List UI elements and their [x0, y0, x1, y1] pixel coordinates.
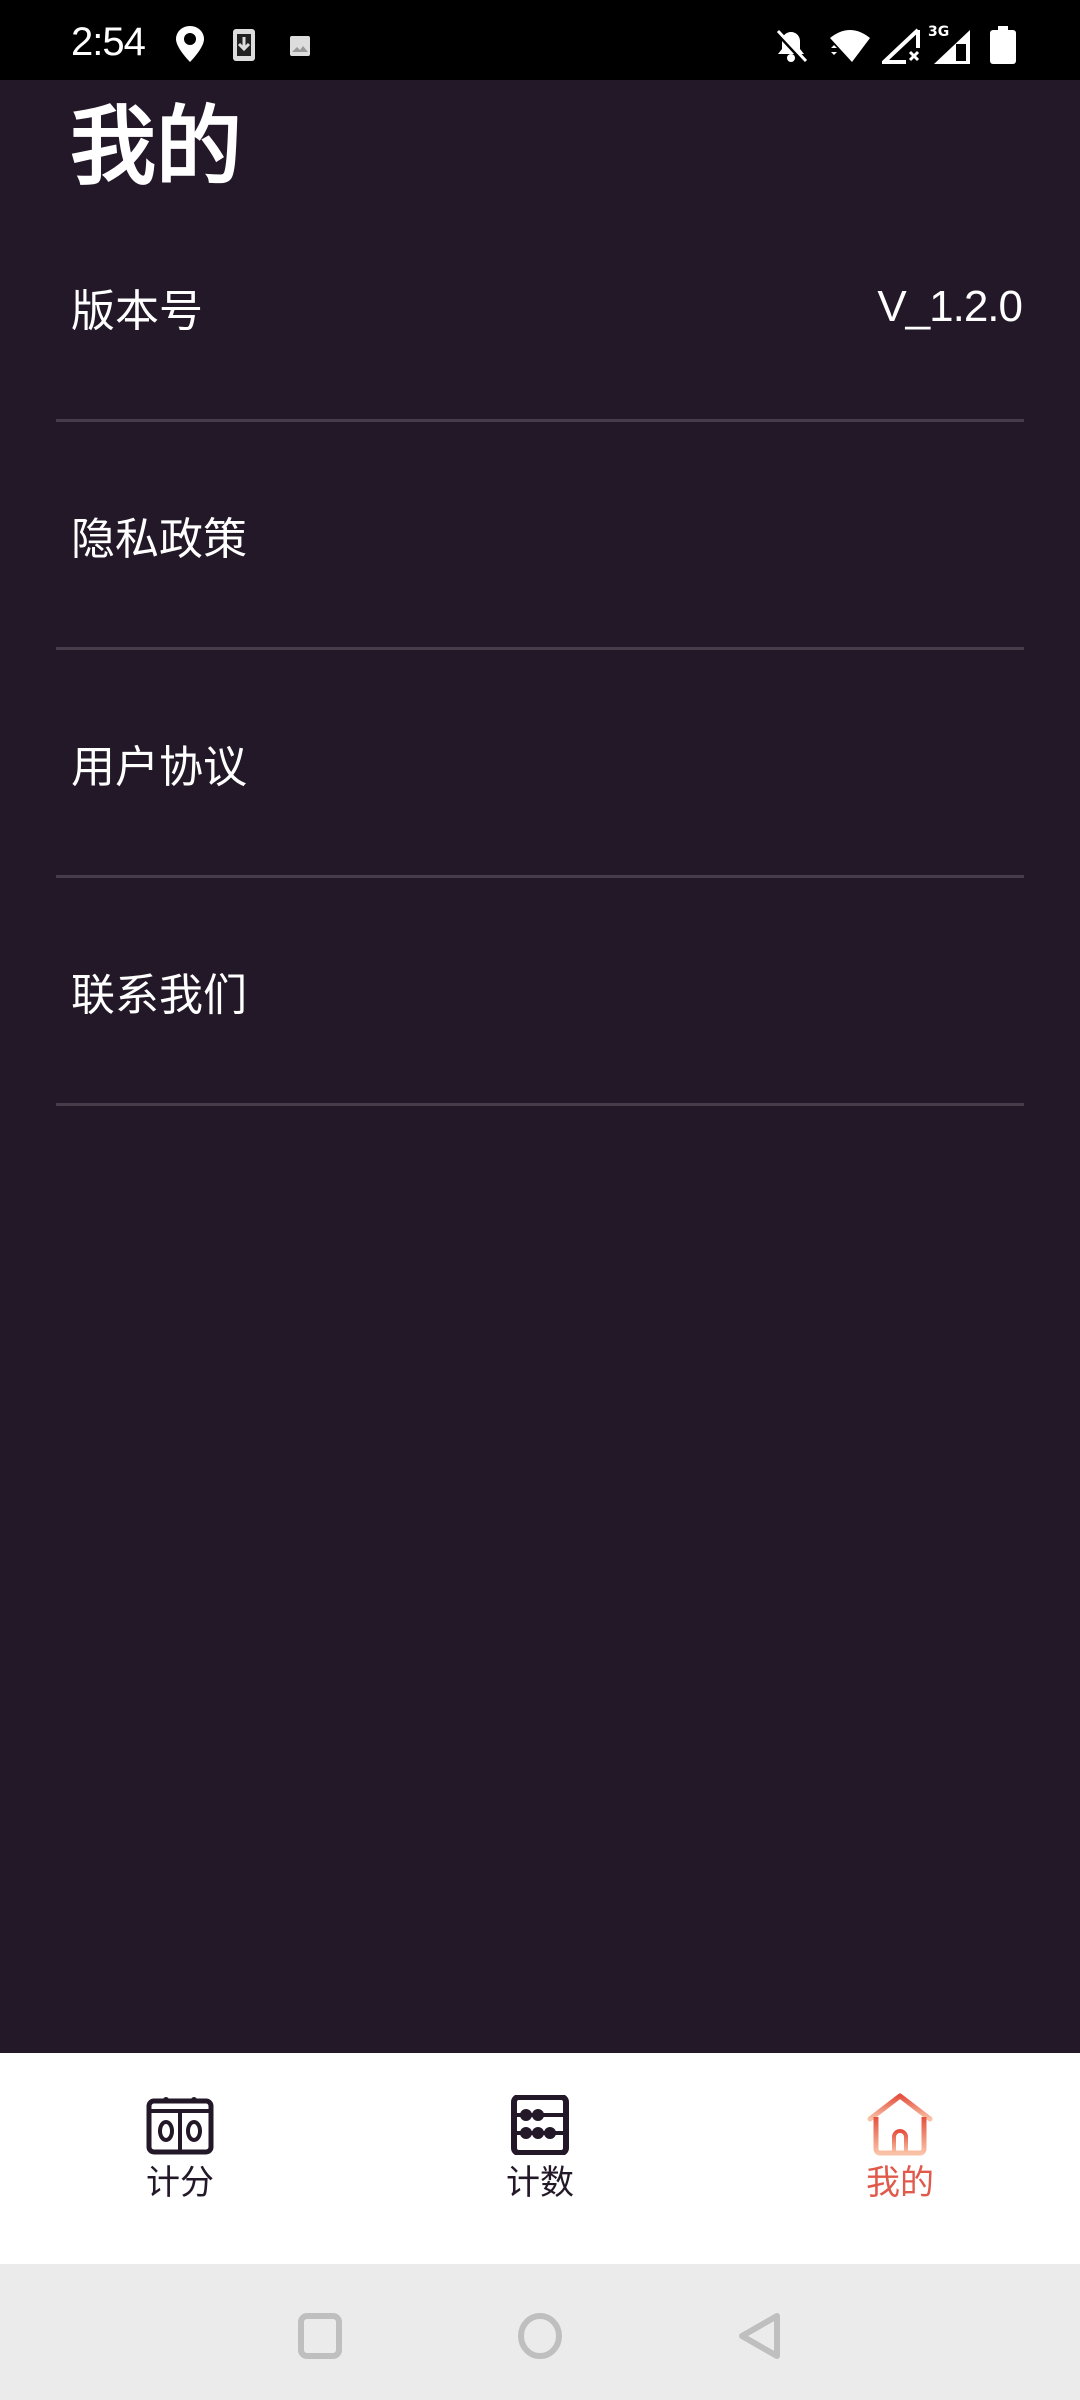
tab-count[interactable]: 计数 [360, 2053, 720, 2264]
battery-icon [990, 26, 1016, 69]
image-icon [290, 36, 310, 61]
menu-item-contact-us[interactable]: 联系我们 [56, 878, 1024, 1106]
wifi-icon [828, 28, 872, 69]
scoreboard-icon [146, 2097, 214, 2155]
tab-mine[interactable]: 我的 [720, 2053, 1080, 2264]
tab-label: 我的 [866, 2164, 934, 2202]
system-nav-bar [0, 2264, 1080, 2400]
menu-item-label: 版本号 [71, 286, 203, 336]
notifications-off-icon [773, 28, 809, 69]
tab-score[interactable]: 计分 [0, 2053, 360, 2264]
status-time: 2:54 [71, 20, 146, 64]
main-content: 我的 版本号 V_1.2.0 隐私政策 用户协议 联系我们 [0, 80, 1080, 2053]
home-button[interactable] [510, 2306, 570, 2366]
download-phone-icon [232, 28, 256, 67]
menu-item-user-agreement[interactable]: 用户协议 [56, 650, 1024, 878]
square-icon [298, 2313, 342, 2359]
home-icon [867, 2093, 933, 2156]
menu-item-version[interactable]: 版本号 V_1.2.0 [56, 194, 1024, 422]
signal-3g-icon: 3G [928, 22, 974, 71]
back-button[interactable] [727, 2306, 787, 2366]
version-value: V_1.2.0 [877, 281, 1023, 331]
abacus-icon [511, 2095, 569, 2155]
signal-no-sim-icon [878, 28, 922, 69]
page-title: 我的 [70, 99, 242, 195]
menu-item-privacy-policy[interactable]: 隐私政策 [56, 422, 1024, 650]
menu-item-label: 联系我们 [71, 970, 247, 1020]
tab-label: 计数 [506, 2164, 574, 2202]
circle-icon [518, 2313, 562, 2359]
recents-button[interactable] [291, 2306, 351, 2366]
menu-item-label: 用户协议 [71, 742, 247, 792]
menu-item-label: 隐私政策 [71, 514, 247, 564]
status-bar: 2:54 3G [0, 0, 1080, 80]
bottom-tab-bar: 计分 计数 我的 [0, 2053, 1080, 2264]
svg-text:3G: 3G [928, 24, 949, 40]
location-icon [172, 24, 208, 69]
back-triangle-icon [739, 2313, 780, 2359]
tab-label: 计分 [146, 2164, 214, 2202]
